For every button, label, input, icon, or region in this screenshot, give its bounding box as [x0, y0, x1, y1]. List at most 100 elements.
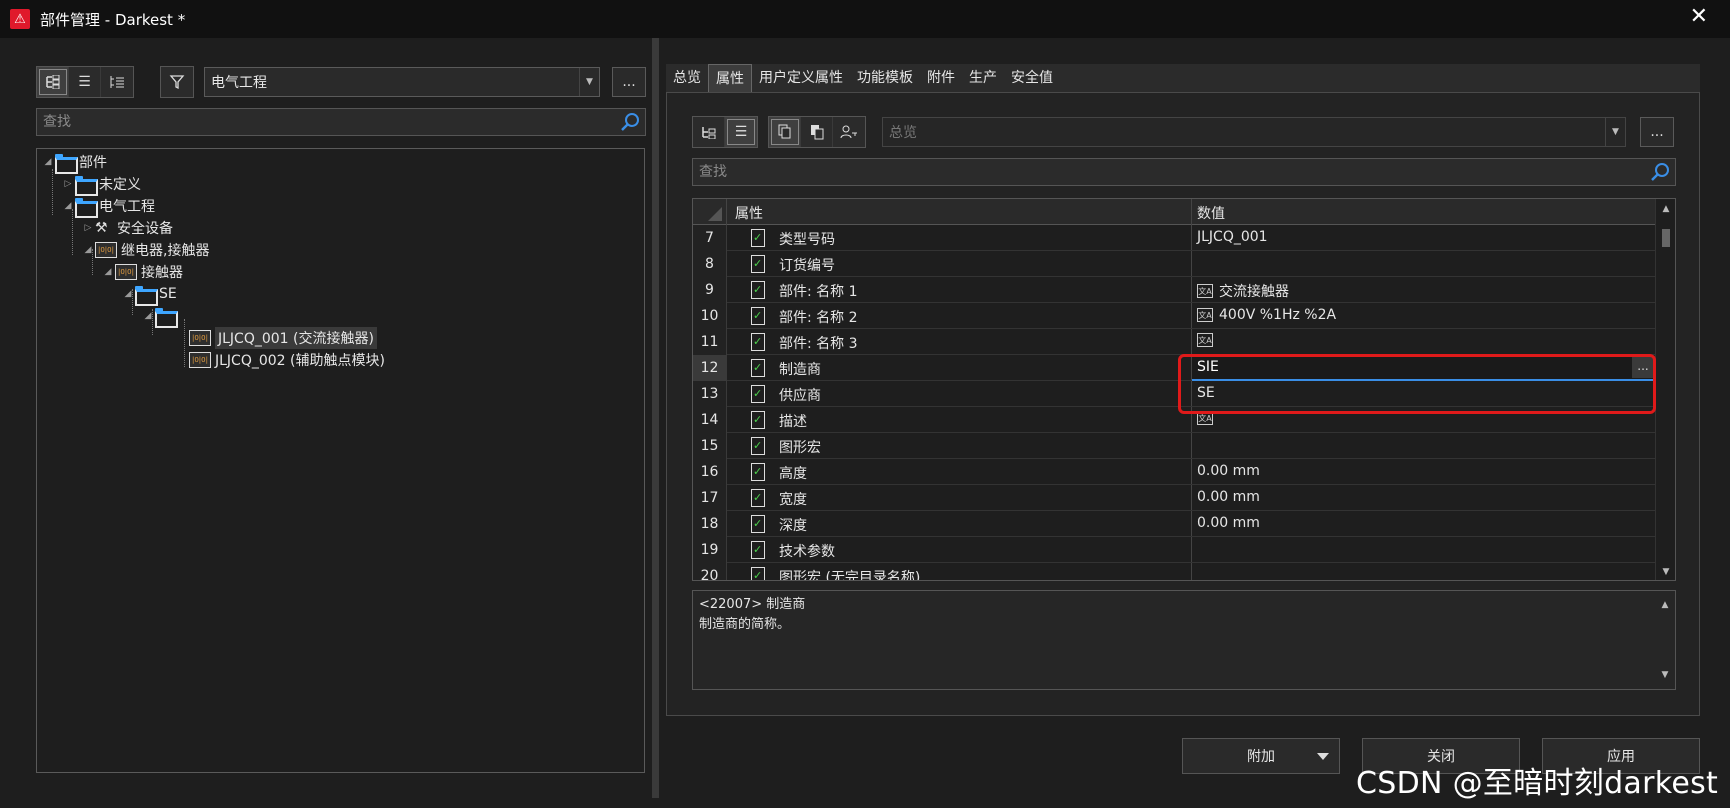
property-name: 宽度	[779, 492, 807, 508]
copy-icon[interactable]	[769, 117, 801, 147]
property-value-cell[interactable]: 文A 400V %1Hz %2A	[1197, 307, 1336, 323]
tab-safety-values[interactable]: 安全值	[1004, 64, 1060, 92]
tab-properties[interactable]: 属性	[708, 64, 752, 92]
row-number[interactable]: 10	[693, 303, 727, 329]
tab-production[interactable]: 生产	[962, 64, 1004, 92]
tree-item-undefined[interactable]: ▷ 未定义	[61, 173, 141, 196]
property-value-cell[interactable]: 0.00 mm	[1197, 489, 1260, 505]
search-icon[interactable]	[1649, 161, 1671, 183]
list-view-icon[interactable]: ☰	[725, 117, 757, 147]
scroll-down-icon[interactable]: ▼	[1656, 564, 1675, 580]
property-row[interactable]: 17 宽度 0.00 mm	[693, 485, 1655, 511]
description-title: <22007> 制造商	[699, 597, 806, 612]
user-key-icon[interactable]	[833, 117, 865, 147]
row-number[interactable]: 14	[693, 407, 727, 433]
tree-view-icon[interactable]	[37, 67, 69, 97]
tab-function-templates[interactable]: 功能模板	[850, 64, 920, 92]
chevron-down-icon[interactable]: ▼	[579, 68, 599, 96]
property-row[interactable]: 16 高度 0.00 mm	[693, 459, 1655, 485]
property-row[interactable]: 19 技术参数	[693, 537, 1655, 563]
row-number[interactable]: 13	[693, 381, 727, 407]
row-number[interactable]: 17	[693, 485, 727, 511]
property-value-cell[interactable]: 0.00 mm	[1197, 515, 1260, 531]
tree-item-electrical[interactable]: ◢ 电气工程	[61, 195, 155, 218]
collapsed-icon[interactable]: ▷	[61, 179, 75, 189]
tab-overview[interactable]: 总览	[666, 64, 708, 92]
expanded-icon[interactable]: ◢	[61, 201, 75, 211]
document-check-icon	[751, 359, 765, 377]
tree-item-jljcq-002[interactable]: |0|0| JLJCQ_002 (辅助触点模块)	[189, 349, 385, 371]
filter-more-button[interactable]: ...	[612, 67, 646, 97]
tree-item-parts[interactable]: ◢ 部件	[41, 151, 107, 174]
property-row[interactable]: 7 类型号码 JLJCQ_001	[693, 225, 1655, 251]
property-row[interactable]: 9 部件: 名称 1 文A 交流接触器	[693, 277, 1655, 303]
scroll-down-icon[interactable]: ▼	[1655, 665, 1675, 685]
list-view-icon[interactable]: ☰	[69, 67, 101, 97]
row-number[interactable]: 19	[693, 537, 727, 563]
filter-select[interactable]: 电气工程 ▼	[204, 67, 600, 97]
grid-scrollbar[interactable]: ▲ ▼	[1655, 199, 1675, 580]
tree-item-contactor[interactable]: ◢ |0|0| 接触器	[101, 261, 183, 283]
paste-icon[interactable]	[801, 117, 833, 147]
row-number[interactable]: 8	[693, 251, 727, 277]
property-name: 图形宏	[779, 440, 821, 456]
tree-view-icon[interactable]	[693, 117, 725, 147]
tab-user-properties[interactable]: 用户定义属性	[752, 64, 850, 92]
row-number[interactable]: 9	[693, 277, 727, 303]
tree-search-input[interactable]	[43, 114, 585, 130]
property-row[interactable]: 10 部件: 名称 2 文A 400V %1Hz %2A	[693, 303, 1655, 329]
expanded-icon[interactable]: ◢	[101, 267, 115, 277]
tree-item-relays[interactable]: ◢ |0|0| 继电器,接触器	[81, 239, 209, 261]
filter-icon[interactable]	[161, 67, 193, 97]
select-all-corner[interactable]	[693, 199, 727, 225]
collapsed-icon[interactable]: ▷	[81, 223, 95, 233]
scroll-thumb[interactable]	[1662, 229, 1670, 247]
parts-tree: ◢ 部件 ▷ 未定义 ◢ 电气工程 ▷ ⚒ 安全设备 ◢ |0|0| 继电器,接…	[36, 148, 645, 773]
multilanguage-icon[interactable]: 文A	[1197, 308, 1213, 322]
row-number[interactable]: 7	[693, 225, 727, 251]
chevron-down-icon[interactable]: ▼	[1605, 118, 1625, 146]
multilanguage-icon[interactable]: 文A	[1197, 284, 1213, 298]
expanded-icon[interactable]: ◢	[41, 157, 55, 167]
scroll-up-icon[interactable]: ▲	[1656, 201, 1675, 217]
view-more-button[interactable]: ...	[1640, 117, 1674, 147]
column-header-value[interactable]: 数值	[1197, 203, 1225, 223]
scroll-up-icon[interactable]: ▲	[1655, 595, 1675, 615]
expanded-icon[interactable]: ◢	[141, 311, 155, 321]
row-number[interactable]: 16	[693, 459, 727, 485]
expanded-icon[interactable]: ◢	[121, 289, 135, 299]
property-search-input[interactable]	[699, 164, 1578, 180]
property-value-cell[interactable]: 文A	[1197, 333, 1219, 347]
property-row[interactable]: 8 订货编号	[693, 251, 1655, 277]
property-value-cell[interactable]: 0.00 mm	[1197, 463, 1260, 479]
tree-item-safety-devices[interactable]: ▷ ⚒ 安全设备	[81, 217, 173, 239]
property-row[interactable]: 20 图形宏 (无完目录名称)	[693, 563, 1655, 580]
tree-item-se[interactable]: ◢ SE	[121, 283, 177, 306]
property-row[interactable]: 11 部件: 名称 3 文A	[693, 329, 1655, 355]
property-row[interactable]: 18 深度 0.00 mm	[693, 511, 1655, 537]
watermark-text: CSDN @至暗时刻darkest	[1356, 766, 1719, 801]
row-number[interactable]: 12	[693, 355, 727, 381]
tree-item-unnamed-folder[interactable]: ◢	[141, 305, 179, 328]
close-window-icon[interactable]: ✕	[1690, 4, 1708, 29]
tab-attachments[interactable]: 附件	[920, 64, 962, 92]
row-number[interactable]: 20	[693, 563, 727, 580]
add-button[interactable]: 附加	[1182, 738, 1340, 774]
property-name: 供应商	[779, 388, 821, 404]
property-value-cell[interactable]: 文A 交流接触器	[1197, 281, 1289, 301]
chevron-down-icon[interactable]	[1317, 753, 1329, 760]
multilanguage-icon[interactable]: 文A	[1197, 333, 1213, 347]
description-scrollbar[interactable]: ▲ ▼	[1655, 591, 1675, 689]
row-number[interactable]: 18	[693, 511, 727, 537]
search-icon[interactable]	[619, 111, 641, 133]
expanded-icon[interactable]: ◢	[81, 245, 95, 255]
tree-item-jljcq-001[interactable]: |0|0| JLJCQ_001 (交流接触器)	[189, 327, 377, 349]
row-number[interactable]: 11	[693, 329, 727, 355]
column-header-property[interactable]: 属性	[735, 203, 763, 223]
row-number[interactable]: 15	[693, 433, 727, 459]
property-row[interactable]: 15 图形宏	[693, 433, 1655, 459]
hierarchy-list-icon[interactable]	[101, 67, 133, 97]
property-value-cell[interactable]: JLJCQ_001	[1197, 229, 1268, 245]
panel-splitter[interactable]	[652, 38, 659, 798]
view-select[interactable]: 总览 ▼	[882, 117, 1626, 147]
